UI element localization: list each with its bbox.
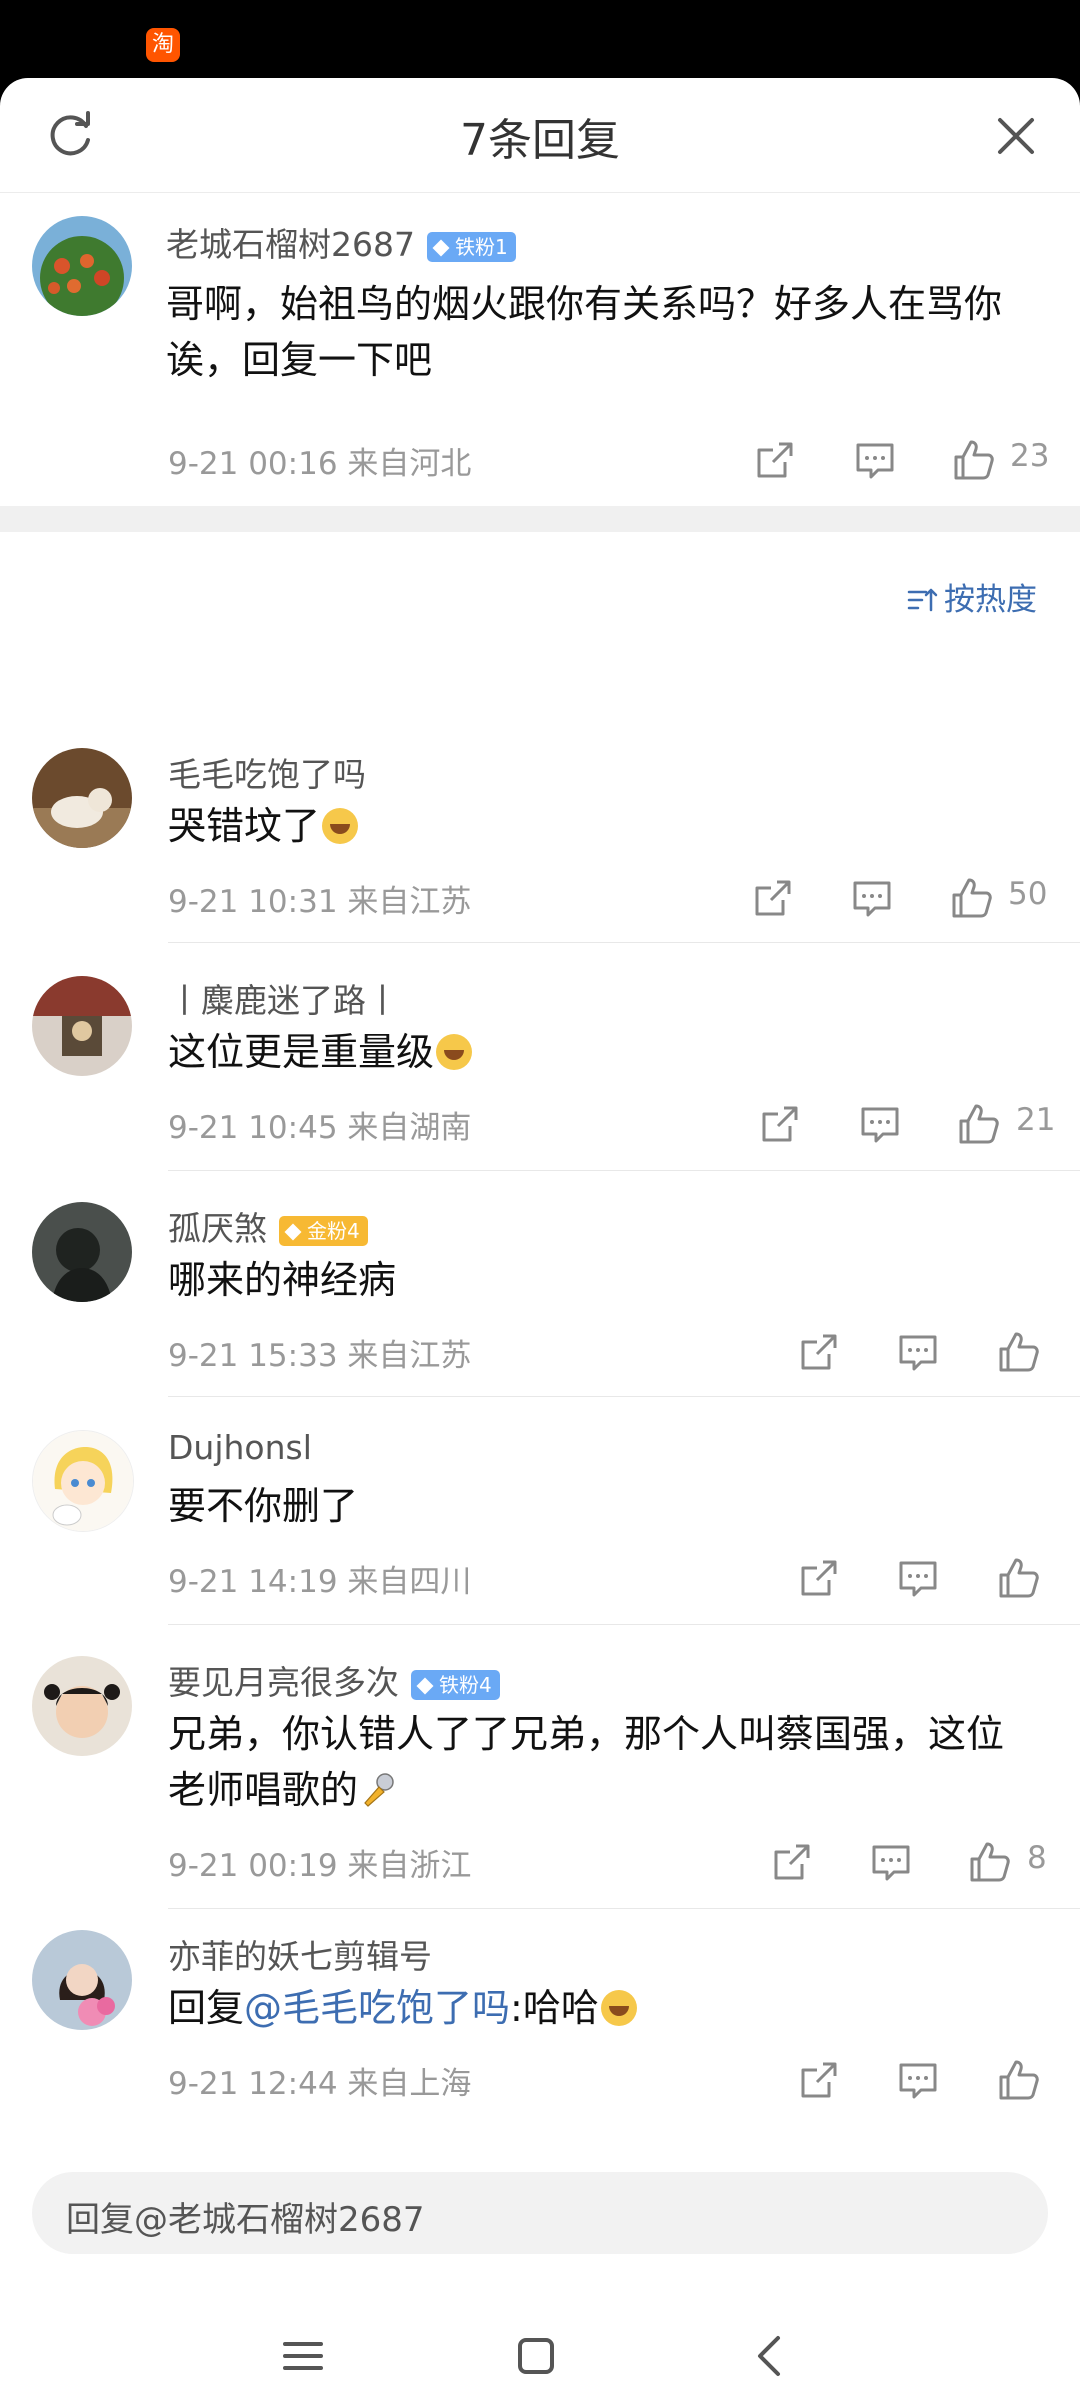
divider: [168, 1170, 1080, 1171]
mention-link[interactable]: @毛毛吃饱了吗: [244, 1986, 510, 2030]
comment-icon[interactable]: [858, 1102, 902, 1146]
comment-icon[interactable]: [896, 2058, 940, 2102]
comment-icon[interactable]: [869, 1840, 913, 1884]
divider: [168, 1396, 1080, 1397]
reply-text: 这位更是重量级: [168, 1030, 435, 1074]
reply-text: 要不你删了: [168, 1484, 359, 1528]
comment-icon[interactable]: [853, 438, 897, 482]
close-icon[interactable]: [990, 110, 1042, 162]
comment-meta: 9-21 12:44 来自上海: [168, 2066, 472, 2102]
reply-item: 毛毛吃饱了吗 哭错坟了 9-21 10:31 来自江苏 50: [0, 638, 1080, 943]
root-comment: 老城石榴树2687 铁粉1 哥啊，始祖鸟的烟火跟你有关系吗？好多人在骂你诶，回复一…: [0, 192, 1080, 506]
reply-text: 哪来的神经病: [168, 1258, 397, 1302]
page-title: 7条回复: [460, 115, 620, 166]
diamond-icon: [432, 239, 450, 256]
avatar[interactable]: [32, 748, 132, 848]
reply-input[interactable]: 回复@老城石榴树2687: [32, 2172, 1048, 2254]
avatar[interactable]: [32, 1430, 134, 1532]
fan-badge: 铁粉1: [426, 231, 516, 262]
laugh-cry-emoji-icon: [322, 808, 359, 844]
share-icon[interactable]: [797, 1330, 841, 1374]
divider: [168, 1624, 1080, 1625]
comment-text: 哥啊，始祖鸟的烟火跟你有关系吗？好多人在骂你诶，回复一下吧: [166, 282, 1003, 382]
back-icon[interactable]: [742, 2328, 798, 2384]
sheet-header: 7条回复: [0, 78, 1080, 193]
like-count: 21: [1016, 1102, 1056, 1138]
avatar[interactable]: [32, 1656, 132, 1756]
comment-meta: 9-21 00:16 来自河北: [168, 446, 472, 482]
divider: [168, 1908, 1080, 1909]
crown-icon: [284, 1223, 302, 1240]
comment-meta: 9-21 15:33 来自江苏: [168, 1338, 472, 1374]
like-count: 50: [1008, 876, 1048, 912]
avatar[interactable]: [32, 976, 132, 1076]
home-icon[interactable]: [508, 2328, 564, 2384]
microphone-emoji-icon: [364, 1773, 394, 1807]
like-count: 23: [1010, 438, 1050, 474]
like-icon[interactable]: [997, 1330, 1041, 1374]
like-icon[interactable]: [957, 1102, 1001, 1146]
reply-sheet: 7条回复 老城石榴树2687 铁粉1 哥啊，始祖鸟的烟火跟你有关系吗？好多人在骂你…: [0, 78, 1080, 2400]
avatar[interactable]: [32, 216, 132, 316]
like-count: 8: [1027, 1840, 1047, 1876]
username[interactable]: 老城石榴树2687: [166, 225, 415, 264]
comment-meta: 9-21 10:45 来自湖南: [168, 1110, 472, 1146]
divider: [168, 942, 1080, 943]
status-bar: 淘: [0, 0, 1080, 78]
fan-badge: 铁粉4: [411, 1669, 500, 1700]
username[interactable]: 孤厌煞: [168, 1209, 267, 1248]
reply-input-placeholder: 回复@老城石榴树2687: [66, 2200, 425, 2240]
username[interactable]: 毛毛吃饱了吗: [168, 755, 366, 794]
username[interactable]: 要见月亮很多次: [168, 1663, 399, 1702]
comment-meta: 9-21 10:31 来自江苏: [168, 884, 472, 920]
sort-icon: [907, 588, 938, 612]
laugh-cry-emoji-icon: [436, 1034, 473, 1070]
like-icon[interactable]: [950, 876, 994, 920]
fan-badge: 金粉4: [279, 1215, 368, 1246]
like-icon[interactable]: [952, 438, 996, 482]
comment-meta: 9-21 00:19 来自浙江: [168, 1848, 472, 1884]
share-icon[interactable]: [797, 1556, 841, 1600]
reply-prefix: 回复: [168, 1986, 245, 2030]
share-icon[interactable]: [758, 1102, 802, 1146]
share-icon[interactable]: [753, 438, 797, 482]
section-divider: [0, 506, 1080, 532]
menu-icon[interactable]: [275, 2328, 331, 2384]
share-icon[interactable]: [751, 876, 795, 920]
username[interactable]: 丨麋鹿迷了路丨: [168, 981, 399, 1020]
reply-text: :哈哈: [510, 1986, 599, 2030]
comment-icon[interactable]: [850, 876, 894, 920]
share-icon[interactable]: [770, 1840, 814, 1884]
system-nav-bar: [0, 2310, 1080, 2400]
comment-icon[interactable]: [896, 1556, 940, 1600]
like-icon[interactable]: [997, 1556, 1041, 1600]
reply-text: 兄弟，你认错人了了兄弟，那个人叫蔡国强，这位老师唱歌的: [168, 1712, 1005, 1812]
sort-button[interactable]: 按热度: [906, 574, 1037, 619]
username[interactable]: 亦菲的妖七剪辑号: [168, 1937, 432, 1976]
like-icon[interactable]: [997, 2058, 1041, 2102]
like-icon[interactable]: [968, 1840, 1012, 1884]
diamond-icon: [416, 1677, 434, 1694]
share-icon[interactable]: [797, 2058, 841, 2102]
taobao-icon: 淘: [146, 28, 180, 62]
avatar[interactable]: [32, 1930, 132, 2030]
avatar[interactable]: [32, 1202, 132, 1302]
comment-icon[interactable]: [896, 1330, 940, 1374]
username[interactable]: Dujhonsl: [168, 1428, 312, 1467]
comment-meta: 9-21 14:19 来自四川: [168, 1564, 472, 1600]
reply-text: 哭错坟了: [168, 804, 321, 848]
laugh-cry-emoji-icon: [600, 1990, 637, 2026]
